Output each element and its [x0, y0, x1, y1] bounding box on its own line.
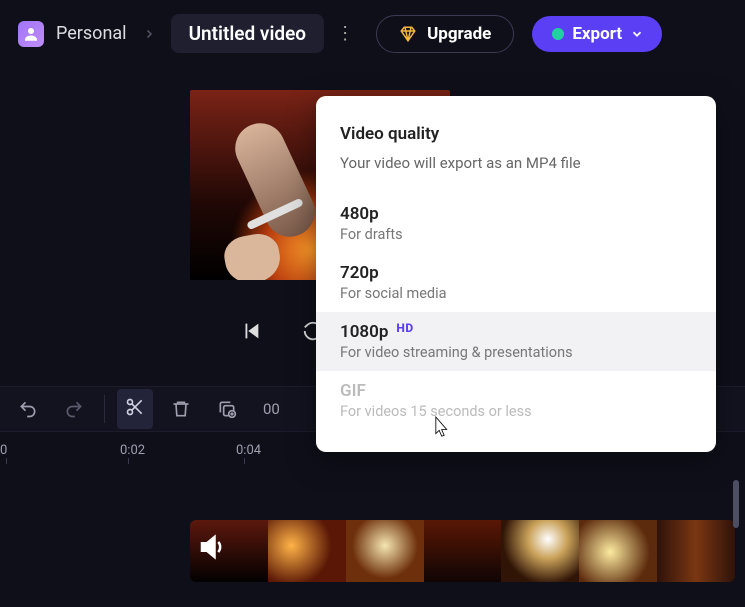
clip-thumb [657, 520, 735, 582]
dropdown-subtitle: Your video will export as an MP4 file [340, 154, 692, 172]
chevron-right-icon [143, 28, 155, 40]
clip-thumb [346, 520, 424, 582]
export-status-dot [552, 28, 564, 40]
upgrade-button[interactable]: Upgrade [376, 15, 514, 53]
quality-option-480p[interactable]: 480p For drafts [316, 194, 716, 253]
quality-desc: For videos 15 seconds or less [340, 403, 692, 420]
workspace-name[interactable]: Personal [56, 23, 127, 44]
vertical-scrollbar[interactable] [733, 480, 739, 528]
skip-back-button[interactable] [240, 320, 262, 342]
pointer-cursor-icon [430, 415, 450, 439]
quality-label: GIF [340, 381, 692, 401]
quality-option-1080p[interactable]: 1080p HD For video streaming & presentat… [316, 312, 716, 371]
ruler-tick: 0:02 [120, 443, 145, 458]
export-label: Export [572, 24, 622, 44]
hd-badge: HD [396, 321, 413, 335]
dropdown-title: Video quality [340, 124, 692, 144]
export-quality-dropdown: Video quality Your video will export as … [316, 96, 716, 452]
quality-desc: For video streaming & presentations [340, 344, 692, 361]
quality-label: 720p [340, 263, 692, 283]
chevron-down-icon [630, 27, 644, 41]
video-title-input[interactable]: Untitled video [171, 14, 325, 53]
upgrade-label: Upgrade [427, 24, 491, 44]
clip-thumb [501, 520, 579, 582]
diamond-icon [399, 25, 417, 43]
delete-button[interactable] [171, 399, 191, 419]
more-options-button[interactable]: ⋮ [332, 23, 358, 44]
person-icon [22, 25, 40, 43]
quality-option-gif[interactable]: GIF For videos 15 seconds or less [316, 371, 716, 430]
toolbar-separator [104, 395, 105, 423]
undo-button[interactable] [18, 399, 38, 419]
split-button[interactable] [117, 389, 153, 429]
video-track[interactable] [190, 520, 735, 582]
quality-label: 1080p HD [340, 322, 692, 342]
ruler-tick: 0 [0, 443, 7, 458]
quality-label: 480p [340, 204, 692, 224]
duplicate-button[interactable] [217, 399, 237, 419]
export-button[interactable]: Export [532, 16, 662, 52]
top-bar: Personal Untitled video ⋮ Upgrade Export [0, 0, 745, 67]
redo-button[interactable] [64, 399, 84, 419]
quality-option-720p[interactable]: 720p For social media [316, 253, 716, 312]
quality-desc: For drafts [340, 226, 692, 243]
clip-thumb [268, 520, 346, 582]
time-display: 00 [263, 400, 280, 418]
audio-icon[interactable] [197, 532, 227, 562]
quality-desc: For social media [340, 285, 692, 302]
workspace-avatar[interactable] [18, 21, 44, 47]
clip-thumb [579, 520, 657, 582]
scissors-icon [125, 397, 145, 417]
playback-controls [240, 320, 324, 342]
ruler-tick: 0:04 [236, 443, 261, 458]
clip-thumb [424, 520, 502, 582]
